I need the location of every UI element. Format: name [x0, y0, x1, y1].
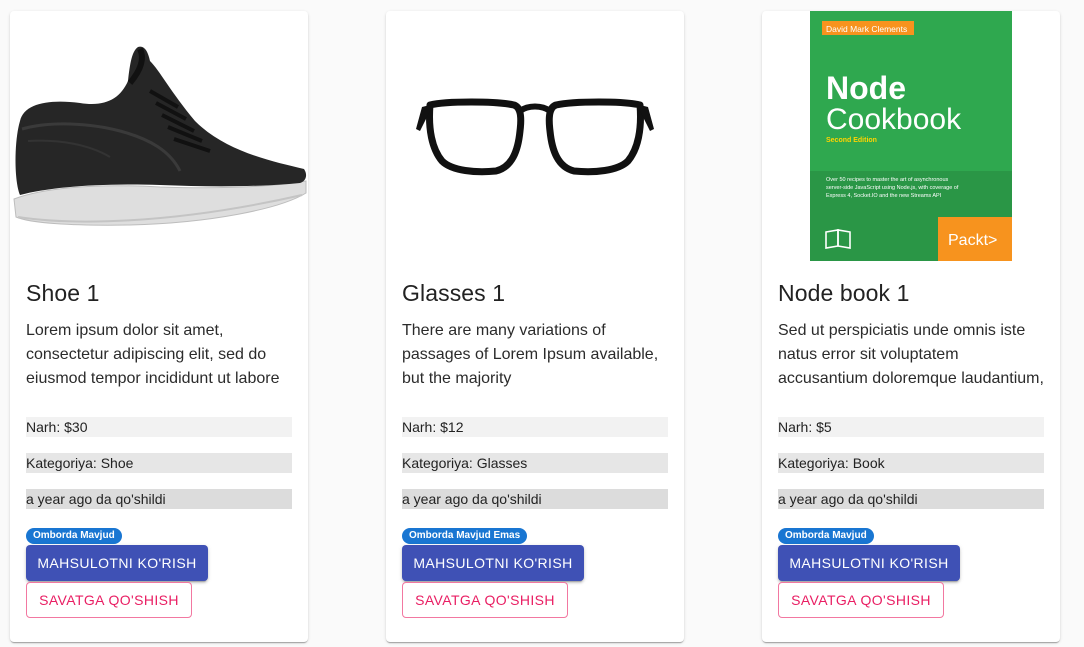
product-title: Shoe 1: [26, 280, 100, 306]
stock-badge: Omborda Mavjud Emas: [402, 528, 528, 544]
book-blurb-line3: Express 4, Socket.IO and the new Streams…: [826, 193, 942, 199]
view-product-button[interactable]: MAHSULOTNI KO'RISH: [778, 545, 960, 581]
product-category: Kategoriya: Glasses: [402, 453, 668, 473]
book-blurb-line2: server-side JavaScript using Node.js, wi…: [826, 185, 959, 191]
product-price: Narh: $12: [402, 417, 668, 437]
book-title-line2: Cookbook: [826, 103, 962, 136]
product-description: There are many variations of passages of…: [402, 322, 659, 387]
product-image-glasses[interactable]: [386, 11, 684, 261]
publisher-logo: Packt>: [948, 232, 997, 249]
add-to-cart-button[interactable]: SAVATGA QO'SHISH: [402, 582, 568, 618]
book-edition: Second Edition: [826, 137, 877, 144]
add-to-cart-button[interactable]: SAVATGA QO'SHISH: [26, 582, 192, 618]
book-title-line1: Node: [826, 70, 906, 106]
product-image-shoe[interactable]: [10, 11, 308, 261]
add-to-cart-button[interactable]: SAVATGA QO'SHISH: [778, 582, 944, 618]
view-product-button[interactable]: MAHSULOTNI KO'RISH: [26, 545, 208, 581]
product-card-glasses: Glasses 1 There are many variations of p…: [386, 11, 684, 642]
book-author: David Mark Clements: [826, 24, 907, 34]
product-category: Kategoriya: Book: [778, 453, 1044, 473]
product-price: Narh: $5: [778, 417, 1044, 437]
product-date-added: a year ago da qo'shildi: [778, 489, 1044, 509]
product-title: Node book 1: [778, 280, 910, 306]
stock-badge: Omborda Mavjud: [26, 528, 122, 544]
stock-badge: Omborda Mavjud: [778, 528, 874, 544]
product-title: Glasses 1: [402, 280, 506, 306]
product-category: Kategoriya: Shoe: [26, 453, 292, 473]
product-description: Lorem ipsum dolor sit amet, consectetur …: [26, 322, 280, 387]
product-image-book[interactable]: David Mark Clements Node Cookbook Second…: [762, 11, 1060, 261]
product-date-added: a year ago da qo'shildi: [26, 489, 292, 509]
product-date-added: a year ago da qo'shildi: [402, 489, 668, 509]
book-blurb-line1: Over 50 recipes to master the art of asy…: [826, 177, 949, 183]
product-card-shoe: Shoe 1 Lorem ipsum dolor sit amet, conse…: [10, 11, 308, 642]
product-card-node-book: David Mark Clements Node Cookbook Second…: [762, 11, 1060, 642]
product-description: Sed ut perspiciatis unde omnis iste natu…: [778, 322, 1044, 387]
view-product-button[interactable]: MAHSULOTNI KO'RISH: [402, 545, 584, 581]
product-price: Narh: $30: [26, 417, 292, 437]
